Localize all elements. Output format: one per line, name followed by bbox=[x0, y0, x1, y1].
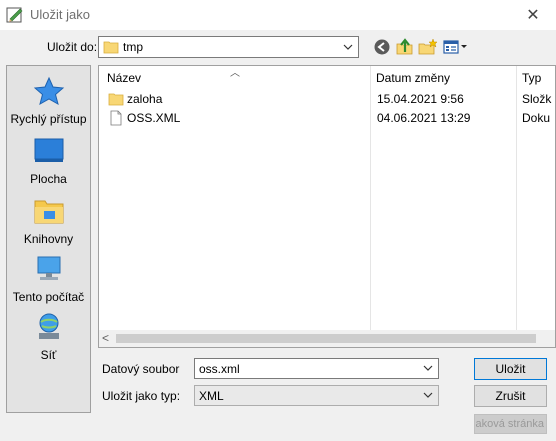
view-menu-icon[interactable] bbox=[442, 38, 468, 56]
file-name: zaloha bbox=[127, 92, 163, 106]
star-icon bbox=[33, 76, 64, 106]
filename-label: Datový soubor bbox=[102, 362, 180, 376]
file-date: 04.06.2021 13:29 bbox=[377, 111, 471, 125]
title-bar: Uložit jako ✕ bbox=[0, 0, 556, 30]
place-label: Knihovny bbox=[23, 232, 74, 246]
file-date: 15.04.2021 9:56 bbox=[377, 92, 464, 106]
place-label: Rychlý přístup bbox=[10, 112, 87, 126]
folder-icon bbox=[108, 93, 124, 106]
cancel-button-label: Zrušit bbox=[495, 389, 526, 403]
location-value: tmp bbox=[123, 40, 144, 54]
horizontal-scrollbar[interactable]: < bbox=[99, 330, 555, 347]
file-type: Doku bbox=[522, 111, 551, 125]
place-label: Síť bbox=[40, 348, 57, 362]
folder-icon bbox=[103, 41, 119, 54]
place-label: Plocha bbox=[30, 172, 67, 186]
file-name: OSS.XML bbox=[127, 111, 181, 125]
filetype-label: Uložit jako typ: bbox=[102, 389, 181, 403]
app-icon bbox=[6, 7, 23, 23]
window-title: Uložit jako bbox=[30, 7, 90, 22]
help-button-label: aková stránka bbox=[475, 418, 544, 430]
libraries-icon bbox=[34, 200, 63, 224]
network-icon bbox=[38, 313, 59, 339]
close-icon: ✕ bbox=[526, 7, 540, 24]
list-item[interactable]: zaloha 15.04.2021 9:56 Složk bbox=[99, 90, 555, 108]
save-in-label: Uložit do: bbox=[47, 40, 98, 54]
place-desktop[interactable]: Plocha bbox=[7, 136, 90, 186]
desktop-icon bbox=[34, 138, 63, 162]
file-icon bbox=[110, 110, 122, 126]
filename-value: oss.xml bbox=[199, 362, 240, 376]
help-button[interactable]: aková stránka bbox=[474, 414, 547, 434]
place-this-pc[interactable]: Tento počítač bbox=[7, 254, 90, 304]
sort-ascending-icon: ︿ bbox=[230, 68, 240, 79]
place-network[interactable]: Síť bbox=[7, 312, 90, 362]
place-label: Tento počítač bbox=[12, 290, 85, 304]
up-folder-icon[interactable] bbox=[395, 38, 415, 56]
places-bar: Rychlý přístup Plocha Knihovny Tento poč… bbox=[6, 65, 91, 413]
back-icon[interactable] bbox=[372, 38, 392, 56]
list-item[interactable]: OSS.XML 04.06.2021 13:29 Doku bbox=[99, 109, 555, 127]
file-list[interactable]: ︿ Název Datum změny Typ zaloha 15.04.202… bbox=[98, 65, 556, 348]
save-button-label: Uložit bbox=[495, 362, 526, 376]
column-header-name[interactable]: Název bbox=[107, 71, 141, 85]
filename-field[interactable]: oss.xml bbox=[194, 358, 439, 379]
chevron-down-icon bbox=[423, 392, 433, 398]
new-folder-icon[interactable] bbox=[418, 38, 438, 56]
scroll-left-icon[interactable]: < bbox=[102, 331, 109, 345]
save-button[interactable]: Uložit bbox=[474, 358, 547, 380]
filetype-value: XML bbox=[199, 389, 224, 403]
file-type: Složk bbox=[522, 92, 552, 106]
chevron-down-icon[interactable] bbox=[422, 361, 434, 375]
place-libraries[interactable]: Knihovny bbox=[7, 196, 90, 246]
column-header-type[interactable]: Typ bbox=[522, 71, 541, 85]
close-button[interactable]: ✕ bbox=[510, 0, 556, 30]
column-header-date[interactable]: Datum změny bbox=[376, 71, 450, 85]
scrollbar-thumb[interactable] bbox=[116, 334, 536, 343]
computer-icon bbox=[37, 256, 60, 280]
cancel-button[interactable]: Zrušit bbox=[474, 385, 547, 407]
location-dropdown[interactable]: tmp bbox=[98, 36, 359, 58]
place-quick-access[interactable]: Rychlý přístup bbox=[7, 76, 90, 126]
filetype-dropdown[interactable]: XML bbox=[194, 385, 439, 406]
chevron-down-icon bbox=[343, 44, 353, 50]
